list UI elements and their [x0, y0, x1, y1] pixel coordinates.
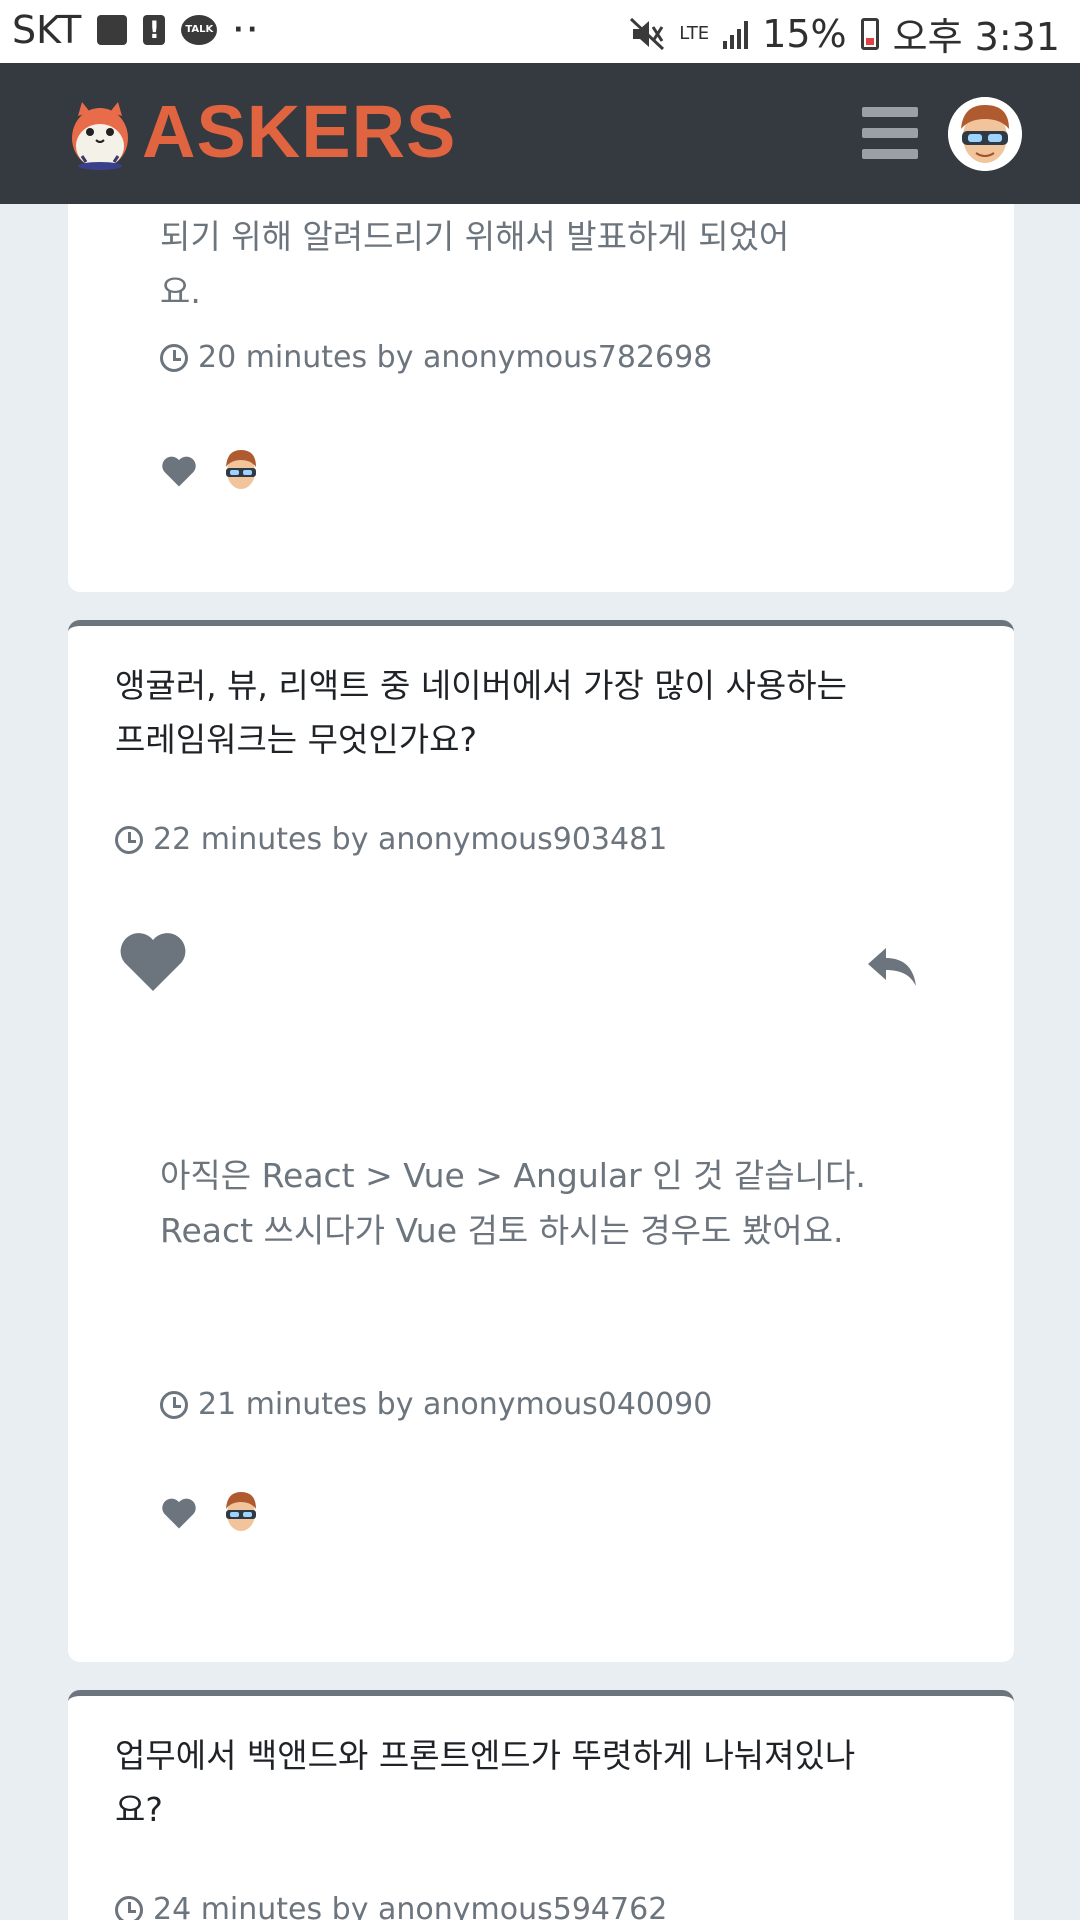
carrier-label: SKT [12, 8, 82, 52]
brand-name: ASKERS [142, 90, 457, 173]
answer-meta-text: 20 minutes by anonymous782698 [198, 340, 713, 375]
answer-line: 요. [160, 272, 201, 311]
user-avatar-button[interactable] [948, 97, 1022, 171]
signal-strength-icon [723, 19, 749, 49]
mute-icon [630, 17, 665, 50]
status-bar: SKT ! TALK ·· LTE 15% 오후 3:31 [0, 0, 1080, 63]
question-title[interactable]: 업무에서 백앤드와 프론트엔드가 뚜렷하게 나눠져있나요? [115, 1729, 875, 1837]
answerer-avatar-icon [226, 1492, 256, 1531]
question-title[interactable]: 앵귤러, 뷰, 리액트 중 네이버에서 가장 많이 사용하는 프레임워크는 무엇… [115, 659, 875, 767]
user-avatar-icon [948, 97, 1022, 171]
gallery-notification-icon [97, 15, 128, 45]
clock-icon [160, 1390, 188, 1419]
hamster-logo-icon [72, 101, 128, 170]
hamburger-menu-button[interactable] [862, 107, 918, 159]
question-like-heart-icon[interactable] [115, 928, 191, 994]
brand-link[interactable]: ASKERS [68, 89, 456, 174]
clock-icon [160, 343, 188, 372]
question-meta-text: 22 minutes by anonymous903481 [153, 822, 668, 857]
battery-percent: 15% [762, 11, 847, 56]
answer-meta-text: 21 minutes by anonymous040090 [198, 1387, 713, 1422]
clock-time: 오후 3:31 [892, 15, 1060, 59]
clock-icon [115, 1895, 143, 1920]
answer-text: 아직은 React > Vue > Angular 인 것 같습니다. Reac… [160, 1156, 866, 1250]
kakaotalk-notification-icon: TALK [181, 15, 218, 45]
answer-meta: 20 minutes by anonymous782698 [160, 340, 712, 375]
answer-meta: 21 minutes by anonymous040090 [160, 1387, 712, 1422]
answer-line: 되기 위해 알려드리기 위해서 발표하게 되었어 [160, 217, 790, 256]
question-meta: 22 minutes by anonymous903481 [115, 822, 667, 857]
answer-text: 되기 위해 알려드리기 위해서 발표하게 되었어 요. [160, 209, 880, 319]
question-meta-text: 24 minutes by anonymous594762 [153, 1892, 668, 1920]
feed-container: 되기 위해 알려드리기 위해서 발표하게 되었어 요. 20 minutes b… [0, 204, 1080, 1920]
alert-notification-icon: ! [143, 15, 166, 45]
answerer-avatar-icon [226, 450, 256, 489]
top-navbar: ASKERS [0, 63, 1080, 204]
question-card: 되기 위해 알려드리기 위해서 발표하게 되었어 요. 20 minutes b… [68, 204, 1014, 592]
battery-icon [860, 17, 879, 50]
answer-like-heart-icon[interactable] [160, 454, 198, 488]
reply-icon[interactable] [866, 944, 920, 990]
clock-icon [115, 825, 143, 854]
question-card: 앵귤러, 뷰, 리액트 중 네이버에서 가장 많이 사용하는 프레임워크는 무엇… [68, 620, 1014, 1662]
question-card: 업무에서 백앤드와 프론트엔드가 뚜렷하게 나눠져있나요? 24 minutes… [68, 1690, 1014, 1920]
more-notifications-icon: ·· [233, 15, 262, 45]
question-meta: 24 minutes by anonymous594762 [115, 1892, 667, 1920]
answer-like-heart-icon[interactable] [160, 1496, 198, 1530]
network-type-label: LTE [679, 22, 710, 44]
